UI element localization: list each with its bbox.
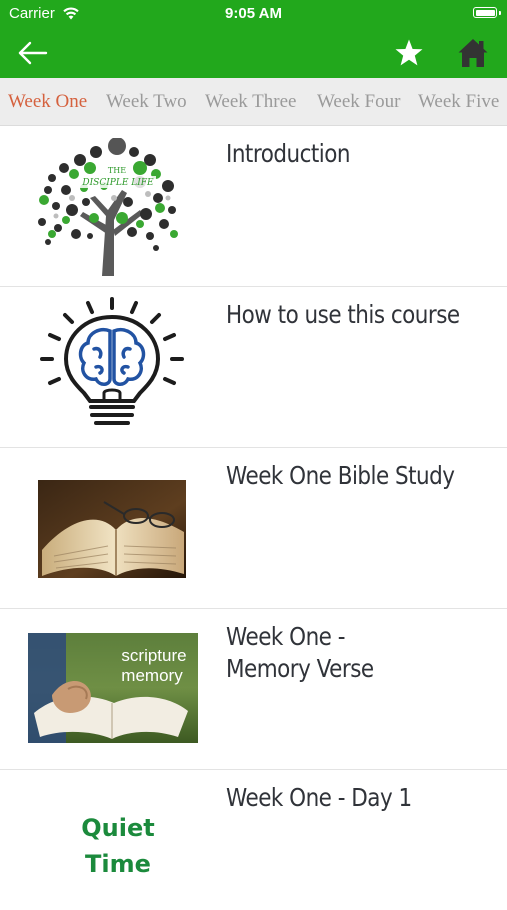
svg-text:DISCIPLE LIFE: DISCIPLE LIFE <box>81 178 154 188</box>
tab-week-two[interactable]: Week Two <box>106 91 187 113</box>
lesson-row-how-to-use[interactable]: How to use this course <box>0 287 507 448</box>
lesson-row-bible-study[interactable]: Week One Bible Study <box>0 448 507 609</box>
open-bible-photo <box>38 480 186 578</box>
lesson-title: Week One - Day 1 <box>226 783 412 812</box>
battery-icon <box>473 7 501 18</box>
tab-week-five[interactable]: Week Five <box>418 91 499 113</box>
lesson-title: How to use this course <box>226 300 460 329</box>
lesson-title: Introduction <box>226 139 351 168</box>
lesson-title: Week One - Memory Verse <box>226 622 374 683</box>
lesson-title: Week One Bible Study <box>226 461 455 490</box>
disciple-life-tree-logo: THE DISCIPLE LIFE <box>38 138 178 276</box>
svg-text:THE: THE <box>108 166 126 175</box>
lesson-row-memory-verse[interactable]: scripture memory Week One - Memory Verse <box>0 609 507 770</box>
arrow-left-icon <box>18 41 48 65</box>
lightbulb-brain-icon <box>40 297 184 425</box>
scripture-memory-photo: scripture memory <box>28 633 198 743</box>
lesson-row-day-1[interactable]: Quiet Time Week One - Day 1 <box>0 770 507 910</box>
tab-week-three[interactable]: Week Three <box>205 91 296 113</box>
quiet-time-logo: Quiet Time <box>81 814 155 878</box>
tab-week-four[interactable]: Week Four <box>317 91 400 113</box>
status-bar: Carrier 9:05 AM <box>0 0 507 28</box>
navigation-bar <box>0 28 507 78</box>
svg-text:memory: memory <box>121 666 183 685</box>
star-icon <box>395 39 423 66</box>
svg-text:scripture: scripture <box>121 646 186 665</box>
tab-week-one[interactable]: Week One <box>8 91 87 113</box>
week-tab-bar: Week One Week Two Week Three Week Four W… <box>0 78 507 126</box>
status-time: 9:05 AM <box>225 5 282 22</box>
lesson-row-introduction[interactable]: THE DISCIPLE LIFE Introduction <box>0 126 507 287</box>
home-icon <box>458 39 488 67</box>
favorite-button[interactable] <box>394 38 424 68</box>
back-button[interactable] <box>16 38 50 68</box>
home-button[interactable] <box>457 37 489 69</box>
app-header: Carrier 9:05 AM <box>0 0 507 78</box>
